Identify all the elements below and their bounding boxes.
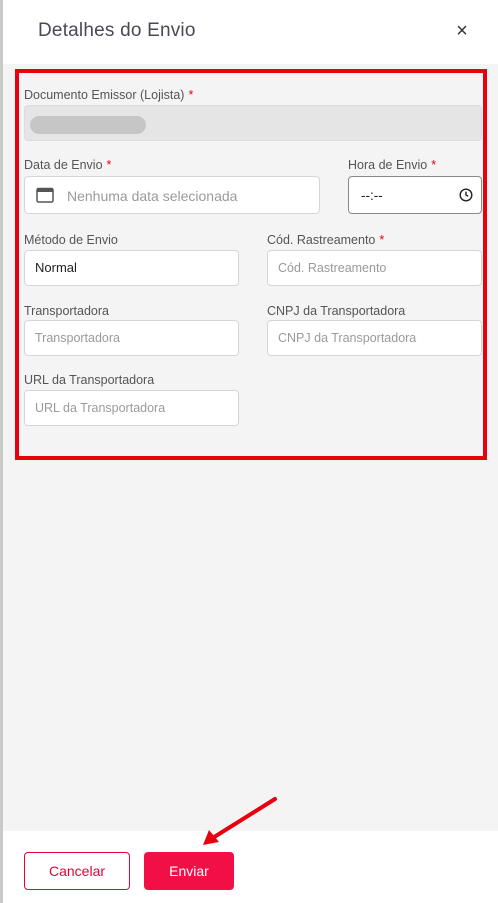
hora-envio-label: Hora de Envio * xyxy=(348,158,437,172)
close-icon[interactable]: × xyxy=(451,20,473,42)
hora-envio-field[interactable]: --:-- xyxy=(348,176,482,214)
data-envio-label: Data de Envio * xyxy=(24,158,112,172)
redacted-value xyxy=(30,116,146,134)
cancel-button[interactable]: Cancelar xyxy=(24,852,130,890)
cod-rastreamento-input[interactable]: Cód. Rastreamento xyxy=(267,250,482,286)
data-envio-placeholder: Nenhuma data selecionada xyxy=(67,188,238,204)
hora-envio-value: --:-- xyxy=(361,188,383,203)
emissor-field xyxy=(24,105,482,141)
transportadora-label: Transportadora xyxy=(24,304,109,318)
metodo-envio-select[interactable]: Normal xyxy=(24,250,239,286)
cod-rastreamento-label: Cód. Rastreamento * xyxy=(267,233,385,247)
url-transportadora-input[interactable]: URL da Transportadora xyxy=(24,390,239,426)
calendar-icon xyxy=(36,187,54,203)
data-envio-field[interactable]: Nenhuma data selecionada xyxy=(24,176,320,214)
url-transportadora-label: URL da Transportadora xyxy=(24,373,155,387)
emissor-label: Documento Emissor (Lojista) * xyxy=(24,88,194,102)
metodo-envio-label: Método de Envio xyxy=(24,233,118,247)
cnpj-transportadora-input[interactable]: CNPJ da Transportadora xyxy=(267,320,482,356)
left-edge-divider xyxy=(0,0,3,903)
send-button[interactable]: Enviar xyxy=(144,852,234,890)
dialog-title: Detalhes do Envio xyxy=(38,20,196,41)
annotation-arrow-icon xyxy=(203,797,277,845)
dialog-header: Detalhes do Envio × xyxy=(3,0,498,64)
cnpj-transportadora-label: CNPJ da Transportadora xyxy=(267,304,406,318)
clock-icon[interactable] xyxy=(459,188,473,202)
transportadora-input[interactable]: Transportadora xyxy=(24,320,239,356)
